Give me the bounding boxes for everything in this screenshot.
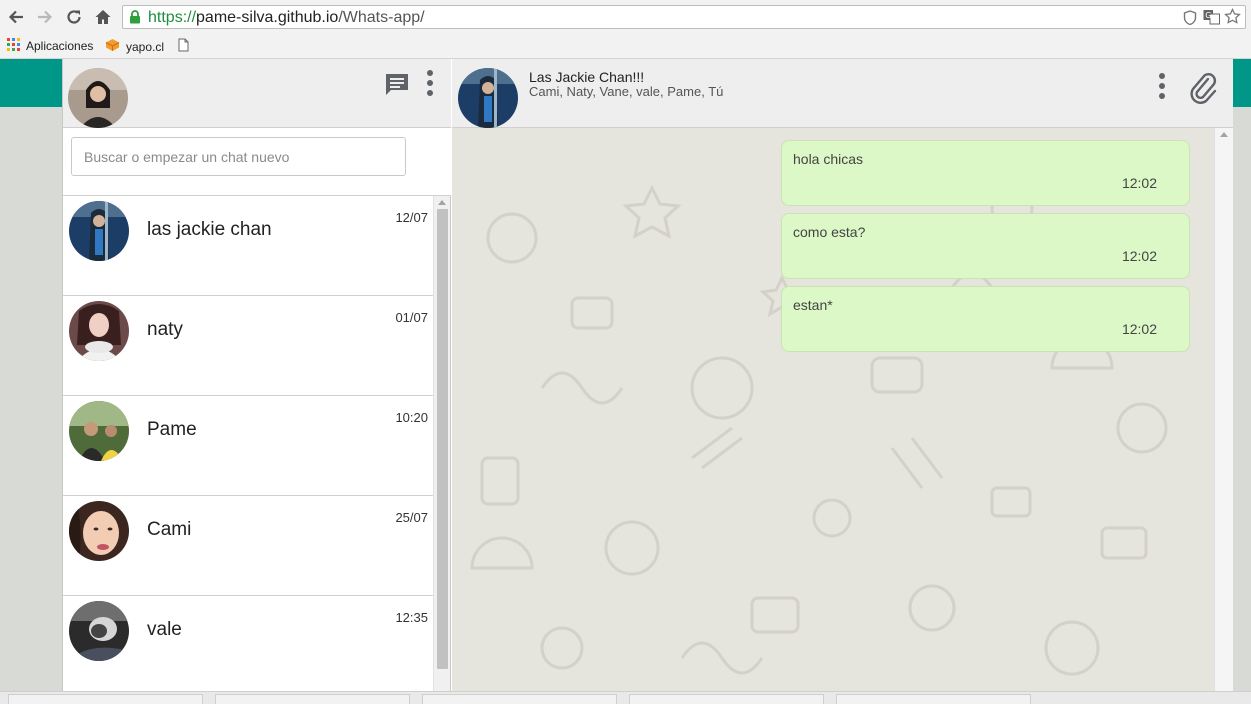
- chat-name: las jackie chan: [147, 219, 272, 240]
- bottom-tab[interactable]: [422, 694, 617, 704]
- message-time: 12:02: [1121, 175, 1157, 191]
- message-time: 12:02: [1121, 321, 1157, 337]
- message-bubble-outgoing[interactable]: estan* 12:02: [781, 286, 1190, 352]
- chat-time: 01/07: [395, 310, 428, 325]
- bookmark-page[interactable]: [178, 38, 189, 55]
- translate-icon[interactable]: G: [1203, 9, 1220, 30]
- attach-icon[interactable]: [1188, 71, 1218, 112]
- chat-item-cami[interactable]: Cami 25/07: [63, 496, 433, 596]
- url-text: https://pame-silva.github.io/Whats-app/: [148, 9, 425, 26]
- star-icon[interactable]: [1224, 7, 1241, 30]
- message-text: como esta?: [793, 224, 866, 240]
- message-text: estan*: [793, 297, 833, 313]
- conversation-title: Las Jackie Chan!!!: [529, 69, 645, 85]
- reload-icon[interactable]: [64, 7, 84, 27]
- home-icon[interactable]: [93, 7, 113, 27]
- bottom-strip: [0, 691, 1251, 704]
- bookmark-aplicaciones[interactable]: Aplicaciones: [7, 38, 93, 54]
- chat-time: 10:20: [395, 410, 428, 425]
- chat-item-vale[interactable]: vale 12:35: [63, 596, 433, 691]
- chat-name: naty: [147, 319, 183, 340]
- chat-item-pame[interactable]: Pame 10:20: [63, 396, 433, 496]
- chat-avatar: [69, 601, 129, 661]
- chat-avatar: [69, 401, 129, 461]
- message-area-scrollbar[interactable]: [1214, 128, 1233, 691]
- user-avatar[interactable]: [68, 68, 128, 128]
- search-input[interactable]: [71, 137, 406, 176]
- page-icon: [178, 38, 189, 55]
- lock-icon: [129, 10, 141, 29]
- bottom-tab[interactable]: [836, 694, 1031, 704]
- message-bubble-outgoing[interactable]: como esta? 12:02: [781, 213, 1190, 279]
- bottom-tab[interactable]: [629, 694, 824, 704]
- bookmark-yapo[interactable]: yapo.cl: [105, 38, 164, 55]
- chat-avatar: [69, 501, 129, 561]
- chat-list: las jackie chan 12/07 naty 01/07 Pame 10…: [63, 196, 433, 691]
- back-icon[interactable]: [6, 7, 26, 27]
- chat-list-scrollbar[interactable]: [433, 196, 450, 691]
- chat-avatar: [69, 301, 129, 361]
- browser-toolbar: https://pame-silva.github.io/Whats-app/ …: [0, 0, 1251, 34]
- address-bar[interactable]: https://pame-silva.github.io/Whats-app/ …: [122, 5, 1246, 29]
- conversation-members: Cami, Naty, Vane, vale, Pame, Tú: [529, 84, 724, 99]
- new-chat-icon[interactable]: [384, 72, 410, 101]
- chat-item-naty[interactable]: naty 01/07: [63, 296, 433, 396]
- yapo-logo-icon: [105, 38, 120, 55]
- chat-time: 12/07: [395, 210, 428, 225]
- bottom-tab[interactable]: [8, 694, 203, 704]
- chat-name: vale: [147, 619, 182, 640]
- search-area: [63, 128, 451, 196]
- message-area[interactable]: hola chicas 12:02 como esta? 12:02 estan…: [452, 128, 1214, 691]
- scroll-up-arrow-icon[interactable]: [438, 200, 446, 205]
- chat-time: 25/07: [395, 510, 428, 525]
- svg-text:G: G: [1205, 11, 1211, 20]
- apps-grid-icon: [7, 38, 20, 54]
- message-text: hola chicas: [793, 151, 864, 167]
- scroll-thumb[interactable]: [437, 209, 448, 669]
- conversation-menu-icon[interactable]: [1157, 72, 1167, 107]
- forward-icon[interactable]: [35, 7, 55, 27]
- chat-item-las-jackie-chan[interactable]: las jackie chan 12/07: [63, 196, 433, 296]
- chat-avatar: [69, 201, 129, 261]
- conversation-header: Las Jackie Chan!!! Cami, Naty, Vane, val…: [452, 59, 1233, 128]
- chat-name: Cami: [147, 519, 192, 540]
- sidebar: las jackie chan 12/07 naty 0: [63, 59, 451, 691]
- group-avatar[interactable]: [458, 68, 518, 128]
- message-bubble-outgoing[interactable]: hola chicas 12:02: [781, 140, 1190, 206]
- bottom-tab[interactable]: [215, 694, 410, 704]
- message-time: 12:02: [1121, 248, 1157, 264]
- chat-name: Pame: [147, 419, 197, 440]
- chat-time: 12:35: [395, 610, 428, 625]
- conversation-panel: Las Jackie Chan!!! Cami, Naty, Vane, val…: [452, 59, 1233, 691]
- menu-icon[interactable]: [425, 69, 435, 104]
- bookmarks-bar: Aplicaciones yapo.cl: [0, 34, 1251, 59]
- scroll-up-arrow-icon[interactable]: [1220, 132, 1228, 137]
- shield-icon[interactable]: [1183, 10, 1197, 30]
- sidebar-header: [63, 59, 451, 128]
- whatsapp-app: las jackie chan 12/07 naty 0: [62, 59, 1233, 691]
- page-background: las jackie chan 12/07 naty 0: [0, 59, 1251, 691]
